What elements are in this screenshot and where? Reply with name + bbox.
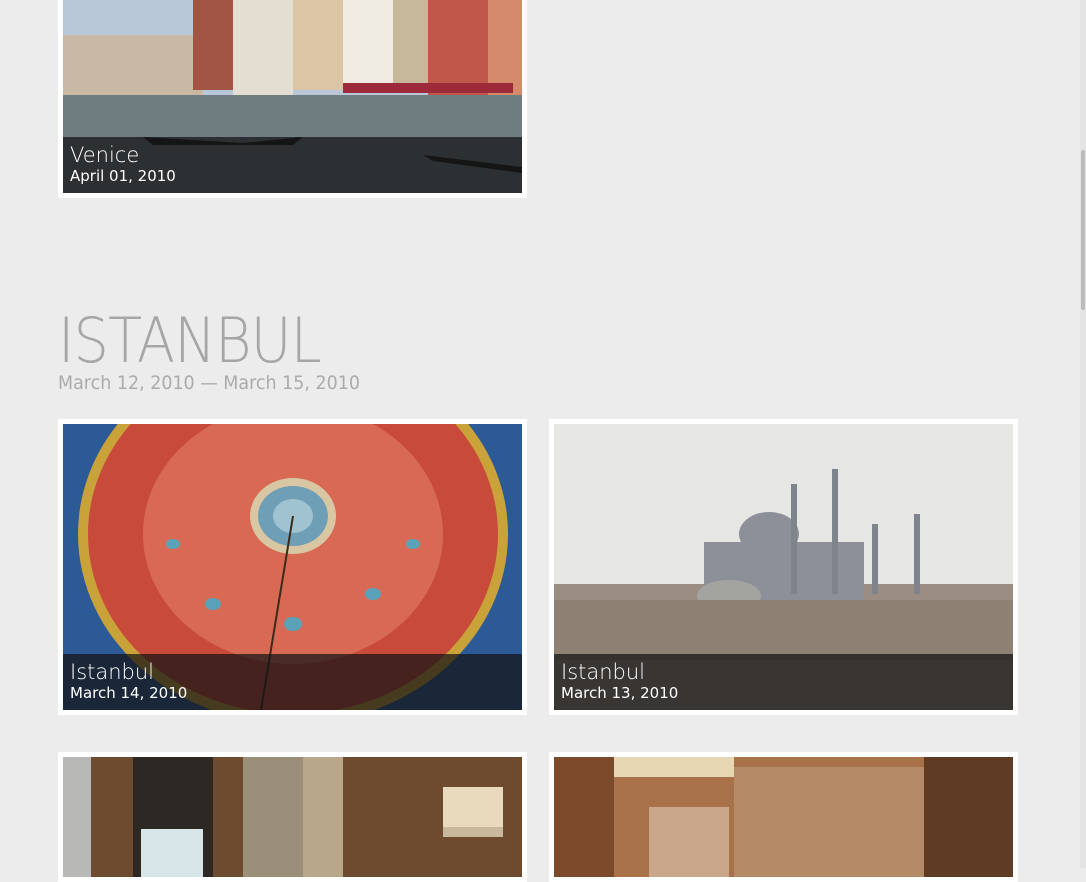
photo-card-istanbul-3[interactable] bbox=[58, 752, 527, 882]
photo-card-istanbul-4[interactable] bbox=[549, 752, 1018, 882]
hotel-room-image bbox=[63, 757, 522, 877]
venice-caption: Venice April 01, 2010 bbox=[63, 137, 522, 193]
istanbul-2-caption: Istanbul March 13, 2010 bbox=[554, 654, 1013, 710]
hotel-room-photo bbox=[63, 757, 522, 877]
istanbul-mosque-photo: Istanbul March 13, 2010 bbox=[554, 424, 1013, 710]
scrollbar[interactable] bbox=[1080, 0, 1086, 868]
istanbul-1-title: Istanbul bbox=[70, 660, 155, 684]
hotel-hall-image bbox=[554, 757, 1013, 877]
section-date-range: March 12, 2010 — March 15, 2010 bbox=[58, 372, 360, 394]
istanbul-2-date: March 13, 2010 bbox=[561, 684, 679, 702]
venice-photo: Venice April 01, 2010 bbox=[63, 0, 522, 193]
venice-title: Venice bbox=[70, 143, 140, 167]
istanbul-1-caption: Istanbul March 14, 2010 bbox=[63, 654, 522, 710]
istanbul-2-title: Istanbul bbox=[561, 660, 646, 684]
istanbul-dome-photo: Istanbul March 14, 2010 bbox=[63, 424, 522, 710]
photo-card-venice[interactable]: Venice April 01, 2010 bbox=[58, 0, 527, 198]
hotel-hall-photo bbox=[554, 757, 1013, 877]
scrollbar-thumb[interactable] bbox=[1081, 150, 1085, 310]
section-title: ISTANBUL bbox=[58, 304, 322, 377]
photo-card-istanbul-2[interactable]: Istanbul March 13, 2010 bbox=[549, 419, 1018, 715]
istanbul-1-date: March 14, 2010 bbox=[70, 684, 188, 702]
photo-card-istanbul-1[interactable]: Istanbul March 14, 2010 bbox=[58, 419, 527, 715]
venice-date: April 01, 2010 bbox=[70, 167, 176, 185]
